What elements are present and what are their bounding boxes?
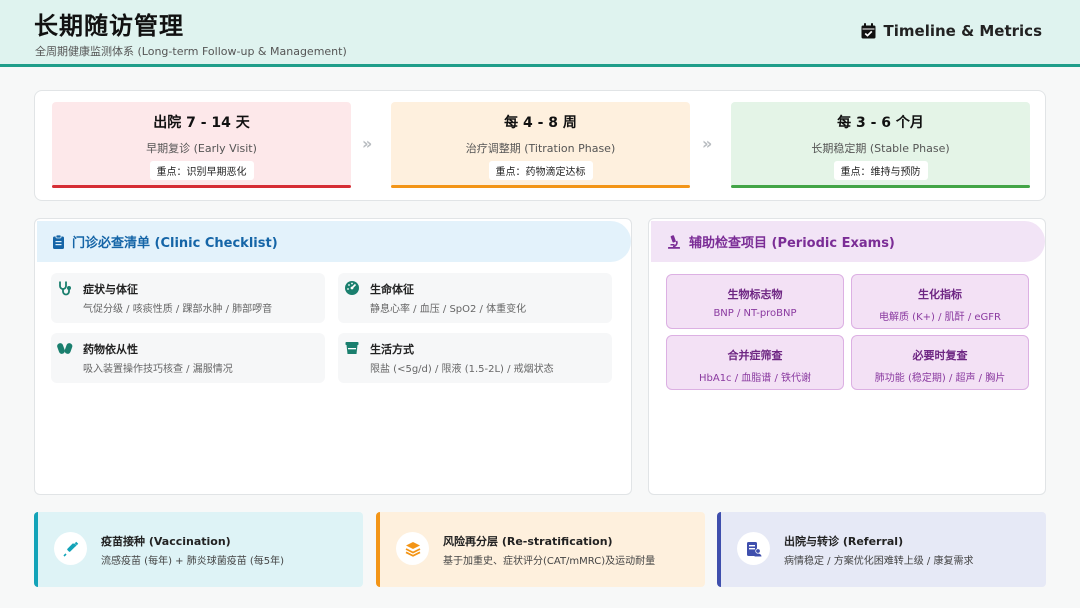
phase-subtitle: 长期稳定期 (Stable Phase) xyxy=(811,142,950,155)
page-title: 长期随访管理 xyxy=(34,12,184,40)
exam-card-title: 生物标志物 xyxy=(727,288,783,301)
phase-title: 每 3 - 6 个月 xyxy=(837,115,924,131)
exam-card-comorbidity: 合并症筛查 HbA1c / 血脂谱 / 铁代谢 xyxy=(666,335,844,390)
exam-card-biomarkers: 生物标志物 BNP / NT-proBNP xyxy=(666,274,844,329)
exam-card-desc: HbA1c / 血脂谱 / 铁代谢 xyxy=(698,373,812,384)
phase-focus-badge: 重点：药物滴定达标 xyxy=(488,161,593,180)
checklist-item-title: 症状与体征 xyxy=(83,283,138,296)
phase-color-bar xyxy=(731,185,1030,188)
periodic-exams-title: 辅助检查项目 (Periodic Exams) xyxy=(689,236,895,251)
gauge-icon xyxy=(345,281,359,295)
referral-card: 出院与转诊 (Referral) 病情稳定 / 方案优化困难转上级 / 康复需求 xyxy=(717,512,1046,587)
clinic-checklist-panel: 门诊必查清单 (Clinic Checklist) 症状与体征 气促分级 / 咳… xyxy=(34,218,632,495)
periodic-exams-panel: 辅助检查项目 (Periodic Exams) 生物标志物 BNP / NT-p… xyxy=(648,218,1046,495)
checklist-item-desc: 限盐 (<5g/d) / 限液 (1.5-2L) / 戒烟状态 xyxy=(370,364,554,375)
exam-card-desc: 肺功能 (稳定期) / 超声 / 胸片 xyxy=(874,373,1006,384)
calendar-check-icon xyxy=(861,23,876,39)
phase-stable: 每 3 - 6 个月 长期稳定期 (Stable Phase) 重点：维持与预防 xyxy=(731,102,1030,188)
phase-early-visit: 出院 7 - 14 天 早期复诊 (Early Visit) 重点：识别早期恶化 xyxy=(52,102,351,188)
restratification-title: 风险再分层 (Re-stratification) xyxy=(443,535,613,548)
checklist-item-title: 生命体征 xyxy=(370,283,414,296)
periodic-exams-header: 辅助检查项目 (Periodic Exams) xyxy=(651,221,1045,262)
phase-title: 出院 7 - 14 天 xyxy=(153,115,250,131)
restratification-desc: 基于加重史、症状评分(CAT/mMRC)及运动耐量 xyxy=(443,556,656,567)
exam-card-desc: 电解质 (K+) / 肌酐 / eGFR xyxy=(879,312,1001,323)
page-subtitle: 全周期健康监测体系 (Long-term Follow-up & Managem… xyxy=(35,45,347,58)
phase-focus-badge: 重点：识别早期恶化 xyxy=(149,161,254,180)
exam-card-recheck: 必要时复查 肺功能 (稳定期) / 超声 / 胸片 xyxy=(851,335,1029,390)
phase-titration: 每 4 - 8 周 治疗调整期 (Titration Phase) 重点：药物滴… xyxy=(391,102,690,188)
timeline-metrics-text: Timeline & Metrics xyxy=(883,22,1042,40)
clinic-checklist-title: 门诊必查清单 (Clinic Checklist) xyxy=(72,236,278,251)
checklist-item-vitals: 生命体征 静息心率 / 血压 / SpO2 / 体重变化 xyxy=(338,273,612,323)
exam-card-title: 合并症筛查 xyxy=(727,349,783,362)
restratification-icon-badge xyxy=(396,532,429,565)
restratification-card: 风险再分层 (Re-stratification) 基于加重史、症状评分(CAT… xyxy=(376,512,705,587)
clipboard-icon xyxy=(53,234,64,249)
syringe-icon xyxy=(62,541,78,557)
checklist-item-adherence: 药物依从性 吸入装置操作技巧核查 / 漏服情况 xyxy=(51,333,325,383)
exam-card-title: 必要时复查 xyxy=(912,349,968,362)
exam-card-title: 生化指标 xyxy=(918,288,962,301)
phase-title: 每 4 - 8 周 xyxy=(504,115,577,131)
vaccination-icon-badge xyxy=(54,532,87,565)
header: 长期随访管理 全周期健康监测体系 (Long-term Follow-up & … xyxy=(0,0,1080,67)
phase-color-bar xyxy=(391,185,690,188)
exam-card-biochemistry: 生化指标 电解质 (K+) / 肌酐 / eGFR xyxy=(851,274,1029,329)
checklist-item-desc: 吸入装置操作技巧核查 / 漏服情况 xyxy=(83,364,233,375)
vaccination-card: 疫苗接种 (Vaccination) 流感疫苗 (每年) + 肺炎球菌疫苗 (每… xyxy=(34,512,363,587)
checklist-item-desc: 气促分级 / 咳痰性质 / 踝部水肿 / 肺部啰音 xyxy=(83,304,273,315)
phase-focus-badge: 重点：维持与预防 xyxy=(833,161,928,180)
layers-icon xyxy=(405,541,420,557)
referral-icon xyxy=(746,541,761,556)
phase-subtitle: 早期复诊 (Early Visit) xyxy=(146,142,257,155)
checklist-item-title: 生活方式 xyxy=(370,343,414,356)
timeline-card: 出院 7 - 14 天 早期复诊 (Early Visit) 重点：识别早期恶化… xyxy=(34,90,1046,201)
phase-color-bar xyxy=(52,185,351,188)
microscope-icon xyxy=(668,234,680,249)
checklist-item-symptoms: 症状与体征 气促分级 / 咳痰性质 / 踝部水肿 / 肺部啰音 xyxy=(51,273,325,323)
vaccination-desc: 流感疫苗 (每年) + 肺炎球菌疫苗 (每5年) xyxy=(101,556,285,567)
timeline-metrics-label: Timeline & Metrics xyxy=(861,22,1042,40)
exam-card-desc: BNP / NT-proBNP xyxy=(713,308,797,319)
clinic-checklist-header: 门诊必查清单 (Clinic Checklist) xyxy=(37,221,631,262)
checklist-item-title: 药物依从性 xyxy=(83,343,138,356)
cup-icon xyxy=(345,342,359,354)
chevron-right-icon: » xyxy=(362,134,373,153)
pills-icon xyxy=(57,343,73,354)
referral-title: 出院与转诊 (Referral) xyxy=(784,535,904,548)
chevron-right-icon: » xyxy=(702,134,713,153)
referral-icon-badge xyxy=(737,532,770,565)
vaccination-title: 疫苗接种 (Vaccination) xyxy=(101,535,231,548)
referral-desc: 病情稳定 / 方案优化困难转上级 / 康复需求 xyxy=(784,556,974,567)
checklist-item-desc: 静息心率 / 血压 / SpO2 / 体重变化 xyxy=(370,304,527,315)
stethoscope-icon xyxy=(59,281,71,296)
phase-subtitle: 治疗调整期 (Titration Phase) xyxy=(465,142,616,155)
checklist-item-lifestyle: 生活方式 限盐 (<5g/d) / 限液 (1.5-2L) / 戒烟状态 xyxy=(338,333,612,383)
